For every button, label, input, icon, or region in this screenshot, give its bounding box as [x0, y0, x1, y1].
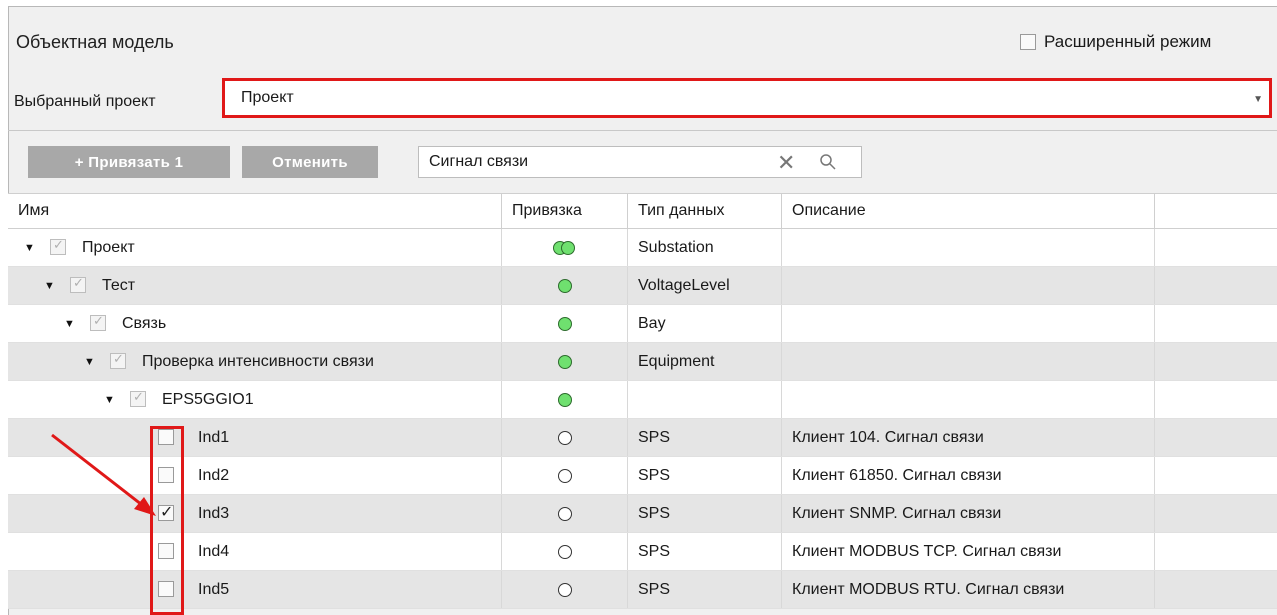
annotation-arrow-icon	[51, 433, 156, 516]
